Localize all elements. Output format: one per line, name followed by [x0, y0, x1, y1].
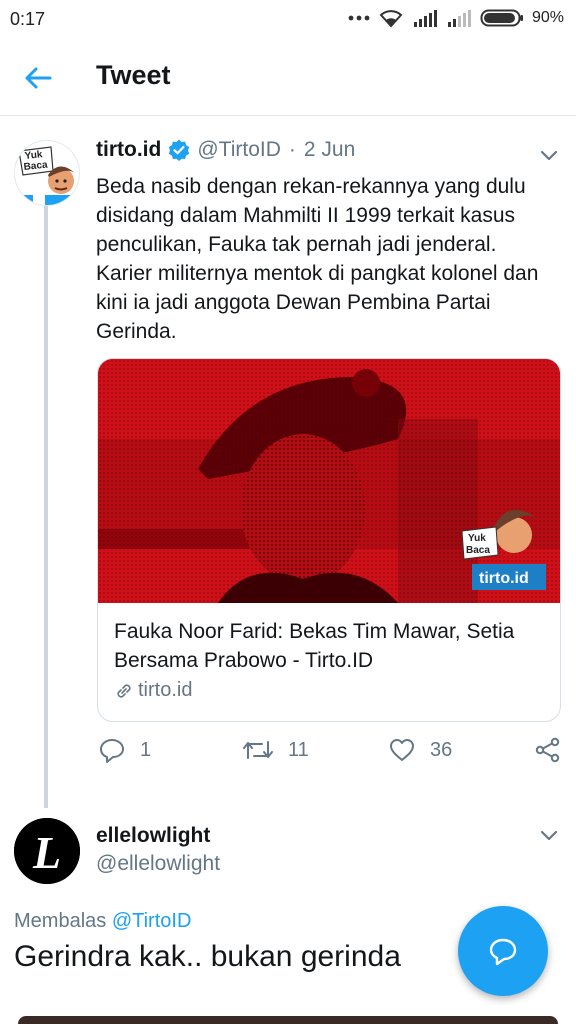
chevron-down-icon[interactable]: [538, 824, 560, 846]
card-image: tirto.id Yuk Baca: [98, 359, 560, 603]
compose-reply-button[interactable]: [458, 906, 548, 996]
retweet-button[interactable]: 11: [242, 736, 309, 764]
avatar-glyph: L: [32, 827, 61, 878]
signal-icon: [413, 10, 437, 27]
retweet-count: 11: [288, 738, 309, 761]
status-icons: 90%: [348, 8, 564, 28]
chevron-down-icon[interactable]: [538, 144, 560, 166]
avatar[interactable]: L: [14, 818, 80, 884]
link-card[interactable]: tirto.id Yuk Baca Fauka Noor Farid: Beka…: [97, 358, 561, 722]
link-icon: [117, 683, 131, 698]
tweet-actions: 1 11 36: [96, 736, 566, 770]
share-button[interactable]: [534, 736, 562, 764]
tweet-header: tirto.id @TirtoID · 2 Jun: [96, 138, 355, 162]
tweet-date: 2 Jun: [303, 138, 356, 161]
card-title[interactable]: Fauka Noor Farid: Bekas Tim Mawar, Setia…: [114, 617, 544, 675]
share-icon: [535, 737, 560, 763]
heart-icon: [390, 739, 414, 761]
retweet-icon: [243, 741, 273, 759]
status-time: 0:17: [10, 9, 46, 29]
next-media-preview: [18, 1016, 558, 1024]
battery-percent: 90%: [531, 9, 564, 26]
reply-author-handle[interactable]: @ellelowlight: [96, 852, 220, 876]
reply-bubble-icon: [489, 938, 517, 966]
like-button[interactable]: 36: [388, 736, 452, 764]
badge-text-1: Yuk: [468, 533, 486, 544]
reply-icon: [100, 739, 124, 763]
author-handle[interactable]: @TirtoID: [197, 138, 281, 162]
badge-text-2: Baca: [466, 545, 490, 556]
top-app-bar: Tweet: [0, 40, 576, 116]
card-domain[interactable]: tirto.id: [114, 679, 192, 702]
page-title: Tweet: [96, 60, 171, 90]
reply-count: 1: [140, 738, 152, 761]
tweet-text: Beda nasib dengan rekan-rekannya yang du…: [96, 175, 539, 343]
separator: ·: [288, 138, 296, 161]
author-name[interactable]: tirto.id: [96, 138, 161, 162]
replying-to: Membalas @TirtoID: [14, 910, 191, 933]
replying-mention[interactable]: @TirtoID: [112, 910, 192, 932]
replying-prefix: Membalas: [14, 910, 107, 932]
reply-text: Gerindra kak.. bukan gerinda: [14, 940, 401, 973]
arrow-left-icon[interactable]: [22, 62, 54, 94]
card-domain-text: tirto.id: [138, 679, 193, 701]
reply-author-name[interactable]: ellelowlight: [96, 824, 210, 848]
wifi-icon: [379, 10, 403, 28]
card-photo: tirto.id Yuk Baca: [98, 359, 560, 603]
verified-badge-icon: [169, 139, 190, 161]
like-count: 36: [430, 738, 453, 761]
reply-button[interactable]: 1: [98, 736, 151, 764]
signal-icon: [447, 10, 471, 27]
avatar[interactable]: Yuk Baca: [14, 140, 80, 206]
tirto-mascot-icon: Yuk Baca: [15, 141, 79, 205]
more-dots-icon: [348, 15, 370, 21]
battery-icon: [480, 9, 523, 27]
status-bar: 0:17 90%: [0, 0, 576, 40]
reply-avatar-image: L: [14, 818, 80, 884]
badge-logo-text: tirto.id: [479, 570, 529, 587]
thread-line: [44, 206, 48, 808]
